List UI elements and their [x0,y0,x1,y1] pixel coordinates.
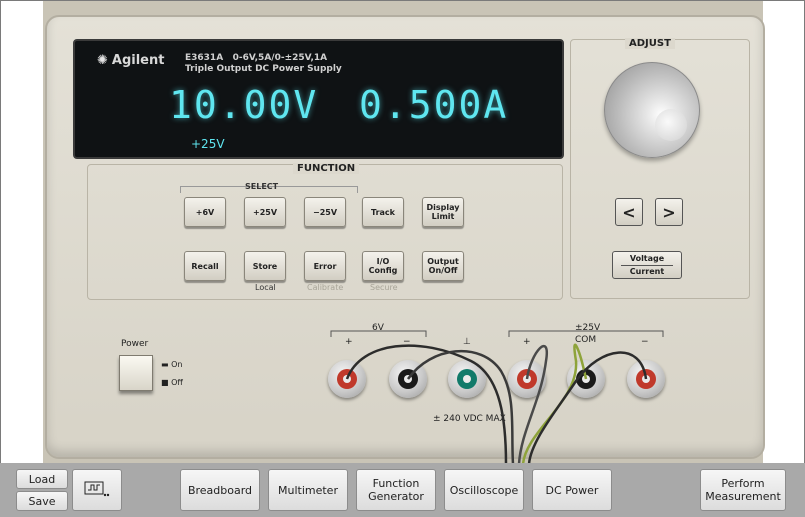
dc-power-button[interactable]: DC Power [532,469,612,511]
waveform-icon [84,480,110,501]
multimeter-button[interactable]: Multimeter [268,469,348,511]
perform-measurement-button[interactable]: Perform Measurement [700,469,786,511]
test-leads [345,343,648,464]
output-terminals: 6V ±25V COM + − ⊥ + − ± 240 VDC MAX [1,1,804,464]
display-settings-button[interactable] [72,469,122,511]
save-button[interactable]: Save [16,491,68,511]
load-button[interactable]: Load [16,469,68,489]
instrument-view: ✺ Agilent E3631A 0-6V,5A/0-±25V,1A Triple… [0,0,805,465]
oscilloscope-button[interactable]: Oscilloscope [444,469,524,511]
bottom-toolbar: Load Save Breadboard Multimeter Function… [0,463,805,517]
breadboard-button[interactable]: Breadboard [180,469,260,511]
function-generator-button[interactable]: Function Generator [356,469,436,511]
